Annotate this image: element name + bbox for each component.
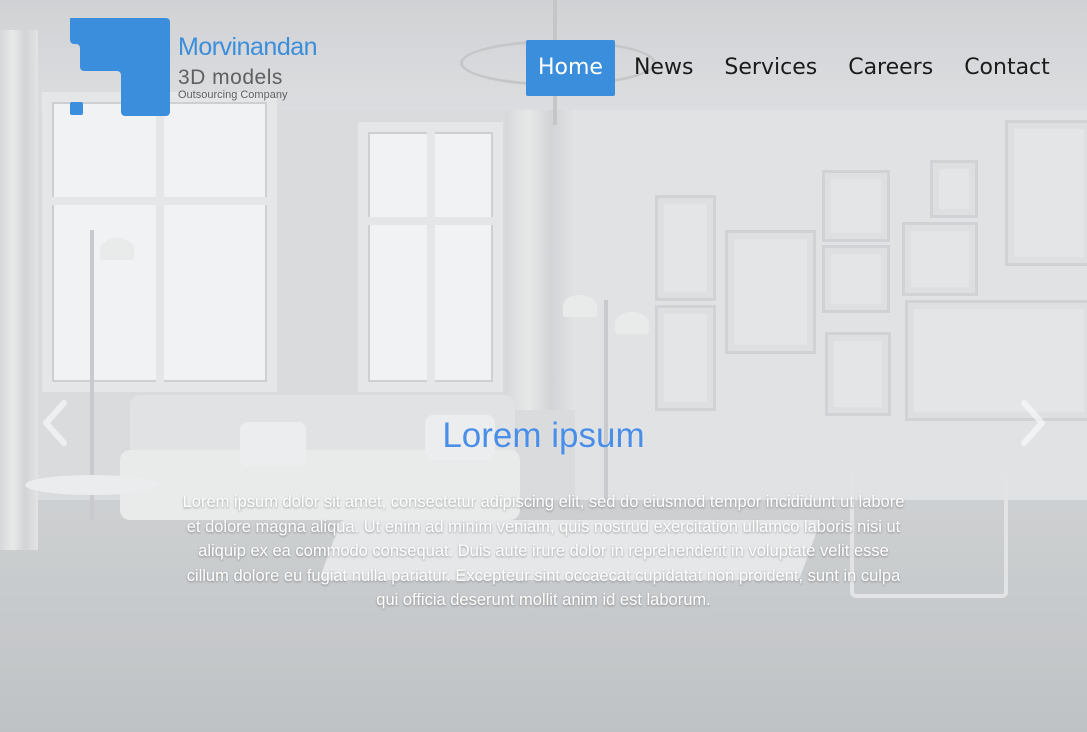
company-logo[interactable]: Morvinandan 3D models Outsourcing Compan… bbox=[70, 18, 340, 118]
nav-item-home[interactable]: Home bbox=[526, 40, 615, 96]
logo-text: Morvinandan 3D models Outsourcing Compan… bbox=[178, 32, 318, 101]
logo-name: Morvinandan bbox=[178, 33, 318, 61]
nav-item-contact[interactable]: Contact bbox=[952, 40, 1062, 96]
logo-tagline: 3D models bbox=[178, 66, 283, 89]
nav-item-news[interactable]: News bbox=[622, 40, 705, 96]
nav-item-careers[interactable]: Careers bbox=[836, 40, 945, 96]
carousel-caption-text: Lorem ipsum dolor sit amet, consectetur … bbox=[182, 493, 905, 610]
hero-carousel: Morvinandan 3D models Outsourcing Compan… bbox=[0, 0, 1087, 732]
logo-mark-icon bbox=[70, 18, 170, 116]
carousel-caption-title: Lorem ipsum bbox=[442, 416, 645, 455]
nav-item-services[interactable]: Services bbox=[712, 40, 829, 96]
main-nav: Home News Services Careers Contact bbox=[526, 40, 1069, 96]
logo-subtitle: Outsourcing Company bbox=[178, 89, 288, 101]
